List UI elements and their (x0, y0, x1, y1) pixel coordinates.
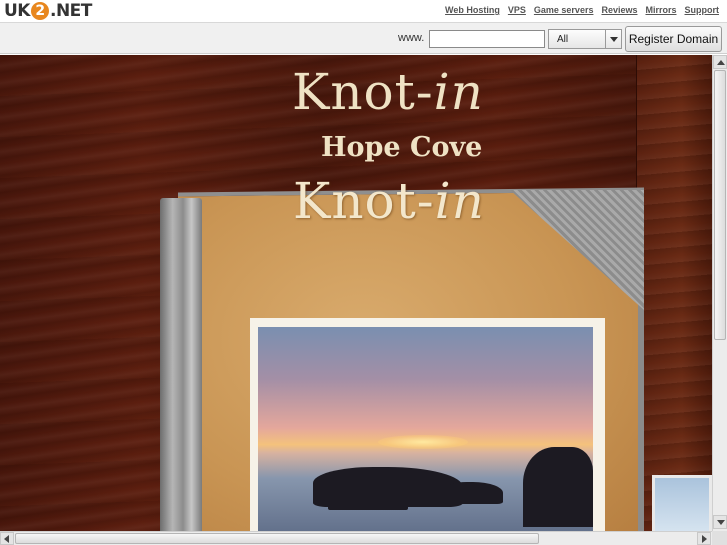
scroll-down-icon[interactable] (713, 515, 727, 529)
register-domain-button[interactable]: Register Domain (625, 26, 722, 52)
site-title: Knot-in (292, 63, 484, 121)
scroll-right-icon[interactable] (697, 532, 711, 545)
domain-search-input[interactable] (429, 30, 545, 48)
scroll-left-icon[interactable] (0, 532, 14, 545)
rock-island (313, 467, 463, 507)
horizontal-scrollbar[interactable] (0, 531, 712, 545)
rock-island (443, 482, 503, 504)
vertical-scrollbar[interactable] (712, 55, 727, 531)
vertical-scroll-thumb[interactable] (714, 70, 726, 340)
horizontal-scroll-thumb[interactable] (15, 533, 539, 544)
logo-prefix: UK (4, 1, 30, 21)
nav-web-hosting[interactable]: Web Hosting (445, 5, 500, 15)
site-subtitle: Hope Cove (321, 132, 483, 163)
sunset-glow (378, 435, 468, 449)
book-title-main: Knot- (293, 172, 435, 230)
site-title-main: Knot- (292, 63, 434, 121)
rock-headland (523, 447, 593, 527)
nav-reviews[interactable]: Reviews (601, 5, 637, 15)
logo-suffix: .NET (49, 1, 92, 21)
site-title-italic: in (433, 63, 484, 121)
book-title: Knot-in (293, 172, 485, 230)
scroll-up-icon[interactable] (713, 55, 727, 69)
site-viewport: Knot-in Hope Cove Knot-in (0, 55, 712, 531)
uk2-logo[interactable]: UK 2 .NET (4, 1, 92, 21)
partial-photo-card (652, 475, 712, 531)
nav-game-servers[interactable]: Game servers (534, 5, 594, 15)
book-title-italic: in (434, 172, 485, 230)
top-nav: Web Hosting VPS Game servers Reviews Mir… (445, 5, 719, 15)
nav-support[interactable]: Support (685, 5, 720, 15)
sunset-photo (258, 327, 593, 531)
nav-mirrors[interactable]: Mirrors (645, 5, 676, 15)
wood-panel-right (636, 55, 712, 531)
www-prefix-label: www. (398, 32, 425, 44)
nav-vps[interactable]: VPS (508, 5, 526, 15)
book-spine (160, 198, 202, 531)
dropdown-arrow-icon[interactable] (605, 30, 621, 48)
scrollbar-corner (712, 531, 727, 545)
logo-digit-badge: 2 (30, 2, 49, 20)
tld-select[interactable]: All (548, 29, 622, 49)
tld-select-value: All (557, 34, 569, 45)
domain-search-bar: www. All Register Domain (0, 22, 727, 54)
jetty (328, 502, 408, 510)
top-header: UK 2 .NET Web Hosting VPS Game servers Rev… (0, 0, 727, 22)
